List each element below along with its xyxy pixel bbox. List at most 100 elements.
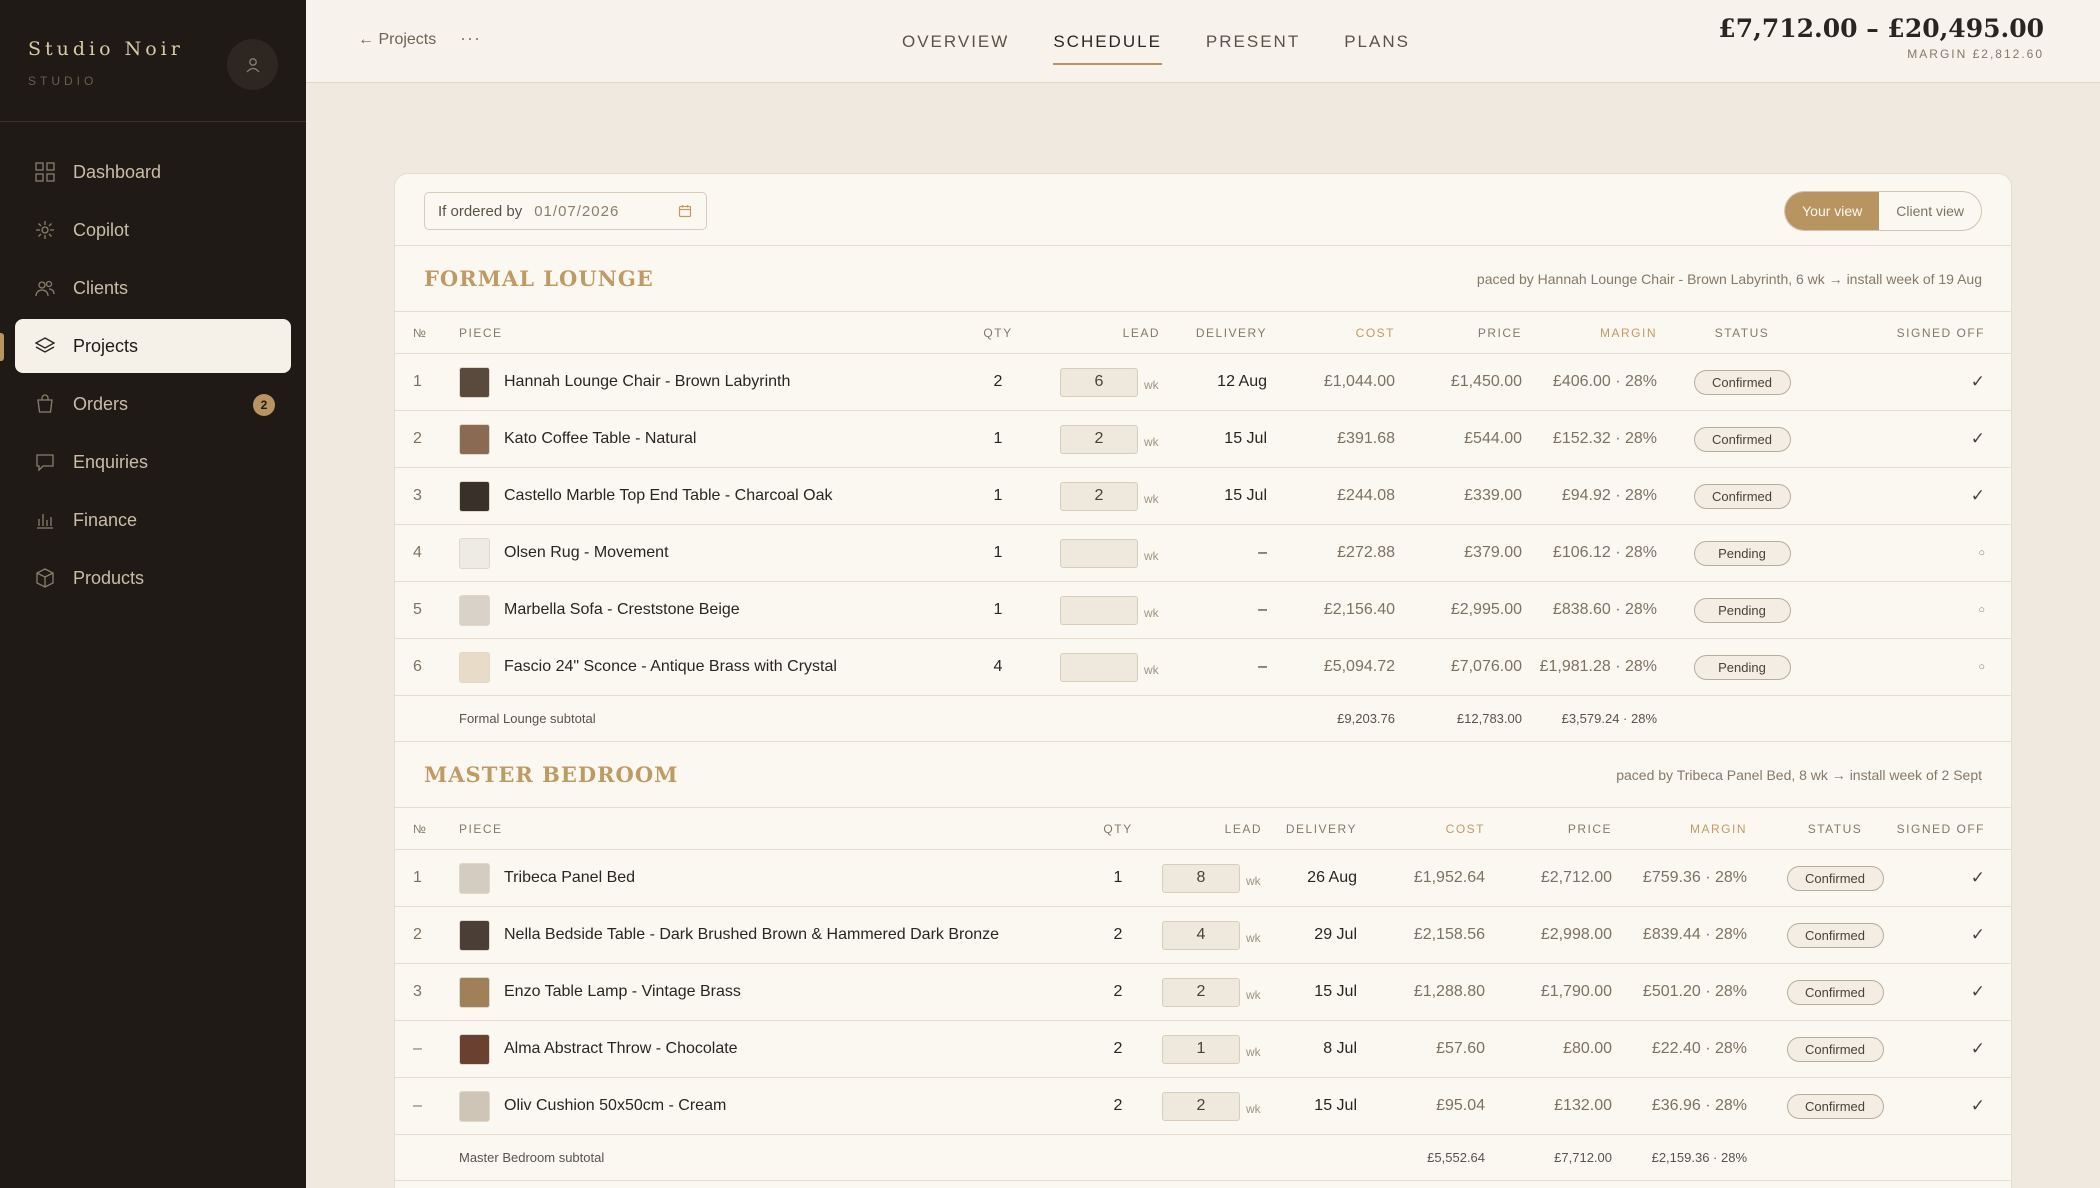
- product-thumbnail[interactable]: [459, 919, 490, 951]
- signed-off-pending-icon[interactable]: ○: [1815, 525, 1985, 581]
- table-row[interactable]: 1 Tribeca Panel Bed 1 8 wk 26 Aug £1,952.64…: [395, 850, 2011, 907]
- your-view-button[interactable]: Your view: [1785, 192, 1880, 230]
- table-row[interactable]: 3 Enzo Table Lamp - Vintage Brass 2 2 wk 1…: [395, 964, 2011, 1021]
- piece-name[interactable]: Alma Abstract Throw - Chocolate: [504, 1040, 738, 1058]
- status-badge[interactable]: Confirmed: [1693, 369, 1791, 395]
- signed-off-check-icon[interactable]: ✓: [1815, 964, 1985, 1020]
- lead-weeks-input[interactable]: [1060, 595, 1138, 625]
- client-view-button[interactable]: Client view: [1879, 192, 1981, 230]
- column-header-margin[interactable]: MARGIN: [1525, 312, 1657, 353]
- more-options-button[interactable]: ···: [460, 28, 481, 49]
- column-header-price[interactable]: PRICE: [1485, 808, 1612, 849]
- column-header-signed[interactable]: SIGNED OFF: [1815, 808, 1985, 849]
- piece-name[interactable]: Nella Bedside Table - Dark Brushed Brown…: [504, 926, 999, 944]
- product-thumbnail[interactable]: [459, 594, 490, 626]
- product-thumbnail[interactable]: [459, 1090, 490, 1122]
- sidebar-item-orders[interactable]: Orders 2: [15, 377, 291, 431]
- product-thumbnail[interactable]: [459, 480, 490, 512]
- table-row[interactable]: 3 Castello Marble Top End Table - Charco…: [395, 468, 2011, 525]
- piece-name[interactable]: Olsen Rug - Movement: [504, 544, 669, 562]
- lead-weeks-input[interactable]: 2: [1060, 481, 1138, 511]
- piece-name[interactable]: Castello Marble Top End Table - Charcoal…: [504, 487, 832, 505]
- lead-weeks-input[interactable]: [1060, 538, 1138, 568]
- back-to-projects-link[interactable]: ← Projects: [358, 31, 436, 49]
- tab-overview[interactable]: OVERVIEW: [902, 0, 1009, 83]
- tab-present[interactable]: PRESENT: [1206, 0, 1300, 83]
- column-header-price[interactable]: PRICE: [1395, 312, 1522, 353]
- sidebar-item-enquiries[interactable]: Enquiries: [15, 435, 291, 489]
- signed-off-check-icon[interactable]: ✓: [1815, 468, 1985, 524]
- status-badge[interactable]: Confirmed: [1693, 426, 1791, 452]
- table-row[interactable]: 6 Fascio 24" Sconce - Antique Brass with…: [395, 639, 2011, 696]
- table-row[interactable]: 4 Olsen Rug - Movement 1 wk – £272.88 £379.0…: [395, 525, 2011, 582]
- product-thumbnail[interactable]: [459, 651, 490, 683]
- column-header-lead[interactable]: LEAD: [1040, 312, 1160, 353]
- lead-weeks-input[interactable]: 2: [1162, 1091, 1240, 1121]
- product-thumbnail[interactable]: [459, 537, 490, 569]
- piece-name[interactable]: Enzo Table Lamp - Vintage Brass: [504, 983, 741, 1001]
- column-header-qty[interactable]: QTY: [955, 312, 1041, 353]
- signed-off-check-icon[interactable]: ✓: [1815, 411, 1985, 467]
- piece-name[interactable]: Marbella Sofa - Creststone Beige: [504, 601, 740, 619]
- status-badge[interactable]: Confirmed: [1693, 483, 1791, 509]
- piece-name[interactable]: Hannah Lounge Chair - Brown Labyrinth: [504, 373, 790, 391]
- lead-weeks-input[interactable]: 2: [1060, 424, 1138, 454]
- column-header-margin[interactable]: MARGIN: [1615, 808, 1747, 849]
- tab-plans[interactable]: PLANS: [1344, 0, 1410, 83]
- signed-off-check-icon[interactable]: ✓: [1815, 354, 1985, 410]
- column-header-delivery[interactable]: DELIVERY: [1265, 808, 1357, 849]
- sidebar-item-copilot[interactable]: Copilot: [15, 203, 291, 257]
- product-thumbnail[interactable]: [459, 1033, 490, 1065]
- piece-name[interactable]: Fascio 24" Sconce - Antique Brass with C…: [504, 658, 837, 676]
- status-badge[interactable]: Pending: [1693, 597, 1791, 623]
- brand[interactable]: Studio Noir STUDIO: [28, 38, 184, 88]
- column-header-lead[interactable]: LEAD: [1142, 808, 1262, 849]
- column-header-signed[interactable]: SIGNED OFF: [1815, 312, 1985, 353]
- table-row[interactable]: 2 Kato Coffee Table - Natural 1 2 wk 15 Ju…: [395, 411, 2011, 468]
- sidebar-item-products[interactable]: Products: [15, 551, 291, 605]
- user-avatar[interactable]: [227, 39, 278, 90]
- column-header-cost[interactable]: COST: [1365, 808, 1485, 849]
- table-row[interactable]: 2 Nella Bedside Table - Dark Brushed Bro…: [395, 907, 2011, 964]
- product-thumbnail[interactable]: [459, 976, 490, 1008]
- piece-name[interactable]: Tribeca Panel Bed: [504, 869, 635, 887]
- column-header-cost[interactable]: COST: [1275, 312, 1395, 353]
- table-row[interactable]: 5 Marbella Sofa - Creststone Beige 1 wk – £…: [395, 582, 2011, 639]
- piece-name[interactable]: Kato Coffee Table - Natural: [504, 430, 696, 448]
- row-number: 1: [413, 373, 422, 390]
- signed-off-check-icon[interactable]: ✓: [1815, 1021, 1985, 1077]
- piece-name[interactable]: Oliv Cushion 50x50cm - Cream: [504, 1097, 726, 1115]
- column-header-piece[interactable]: PIECE: [459, 312, 959, 353]
- signed-off-pending-icon[interactable]: ○: [1815, 582, 1985, 638]
- sidebar-item-projects[interactable]: Projects: [15, 319, 291, 373]
- lead-weeks-input[interactable]: 2: [1162, 977, 1240, 1007]
- product-thumbnail[interactable]: [459, 366, 490, 398]
- column-header-no[interactable]: №: [413, 808, 433, 849]
- signed-off-check-icon[interactable]: ✓: [1815, 1078, 1985, 1134]
- table-row[interactable]: – Oliv Cushion 50x50cm - Cream 2 2 wk 15 J…: [395, 1078, 2011, 1135]
- signed-off-check-icon[interactable]: ✓: [1815, 907, 1985, 963]
- tab-schedule[interactable]: SCHEDULE: [1053, 0, 1162, 83]
- column-header-no[interactable]: №: [413, 312, 433, 353]
- column-header-delivery[interactable]: DELIVERY: [1175, 312, 1267, 353]
- table-row[interactable]: 1 Hannah Lounge Chair - Brown Labyrinth 2…: [395, 354, 2011, 411]
- lead-weeks-input[interactable]: 1: [1162, 1034, 1240, 1064]
- sidebar-item-clients[interactable]: Clients: [15, 261, 291, 315]
- column-header-status[interactable]: STATUS: [1673, 312, 1811, 353]
- table-row[interactable]: – Alma Abstract Throw - Chocolate 2 1 wk 8…: [395, 1021, 2011, 1078]
- calendar-icon[interactable]: [678, 204, 692, 218]
- ordered-by-date-input[interactable]: If ordered by 01/07/2026: [424, 192, 707, 230]
- column-header-piece[interactable]: PIECE: [459, 808, 1079, 849]
- product-thumbnail[interactable]: [459, 862, 490, 894]
- status-badge[interactable]: Pending: [1693, 654, 1791, 680]
- lead-weeks-input[interactable]: [1060, 652, 1138, 682]
- product-thumbnail[interactable]: [459, 423, 490, 455]
- sidebar-item-finance[interactable]: Finance: [15, 493, 291, 547]
- signed-off-check-icon[interactable]: ✓: [1815, 850, 1985, 906]
- status-badge[interactable]: Pending: [1693, 540, 1791, 566]
- signed-off-pending-icon[interactable]: ○: [1815, 639, 1985, 695]
- lead-weeks-input[interactable]: 6: [1060, 367, 1138, 397]
- lead-weeks-input[interactable]: 4: [1162, 920, 1240, 950]
- lead-weeks-input[interactable]: 8: [1162, 863, 1240, 893]
- sidebar-item-dashboard[interactable]: Dashboard: [15, 145, 291, 199]
